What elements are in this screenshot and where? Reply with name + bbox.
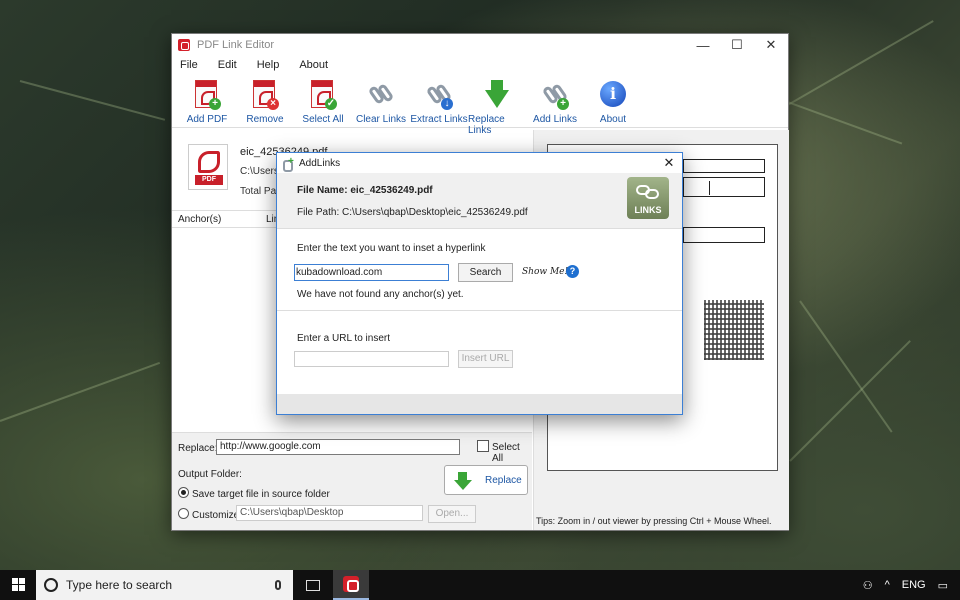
- app-icon: [178, 39, 190, 51]
- close-button[interactable]: ✕: [754, 37, 788, 53]
- about-button[interactable]: i About: [584, 74, 642, 125]
- system-tray: ⚇ ^ ENG ▭: [863, 570, 960, 600]
- add-links-dialog: AddLinks ✕ File Name: eic_42536249.pdf F…: [276, 152, 683, 415]
- notifications-icon[interactable]: ▭: [938, 579, 948, 592]
- anchor-text-input[interactable]: kubadownload.com: [294, 264, 449, 281]
- source-folder-label: Save target file in source folder: [192, 489, 330, 500]
- menu-file[interactable]: File: [180, 59, 198, 71]
- minimize-button[interactable]: —: [686, 38, 720, 53]
- remove-label: Remove: [246, 114, 284, 125]
- pdf-file-icon: PDF: [188, 144, 228, 190]
- clear-links-icon: [367, 80, 395, 110]
- add-pdf-button[interactable]: + Add PDF: [178, 74, 236, 125]
- url-input[interactable]: [294, 351, 449, 367]
- add-links-icon: +: [541, 80, 569, 110]
- microphone-icon[interactable]: [275, 580, 281, 590]
- anchor-column-header[interactable]: Anchor(s): [178, 214, 221, 225]
- extract-links-label: Extract Links: [410, 114, 468, 125]
- window-title: PDF Link Editor: [197, 39, 275, 51]
- start-button[interactable]: [0, 570, 36, 600]
- anchor-search-section: Enter the text you want to inset a hyper…: [277, 229, 682, 311]
- show-me-link[interactable]: Show Me!: [522, 267, 568, 277]
- select-all-checkbox-label: Select All: [492, 442, 520, 464]
- custom-folder-input[interactable]: C:\Users\qbap\Desktop: [236, 505, 423, 521]
- menu-about[interactable]: About: [299, 59, 328, 71]
- add-link-icon: [283, 156, 294, 172]
- dialog-file-name: File Name: eic_42536249.pdf: [297, 185, 433, 196]
- customize-label: Customize:: [192, 510, 243, 521]
- search-button[interactable]: Search: [458, 263, 513, 282]
- cortana-icon: [44, 578, 58, 592]
- taskbar-search-box[interactable]: Type here to search: [36, 570, 293, 600]
- select-all-checkbox[interactable]: [477, 440, 489, 452]
- add-pdf-icon: +: [193, 80, 221, 110]
- select-all-label: Select All: [302, 114, 344, 125]
- dialog-title-bar: AddLinks ✕: [277, 153, 682, 173]
- customize-radio[interactable]: [178, 508, 189, 519]
- replace-url-input[interactable]: http://www.google.com: [216, 439, 460, 455]
- add-pdf-label: Add PDF: [186, 114, 228, 125]
- remove-button[interactable]: × Remove: [236, 74, 294, 125]
- tips-text: Tips: Zoom in / out viewer by pressing C…: [536, 516, 772, 526]
- tray-chevron-icon[interactable]: ^: [885, 579, 890, 591]
- about-label: About: [599, 114, 627, 125]
- replace-links-button[interactable]: Replace Links: [468, 74, 526, 136]
- taskbar-search-placeholder: Type here to search: [66, 578, 173, 592]
- toolbar: + Add PDF × Remove ✓ Select All Clear Li…: [172, 74, 788, 136]
- dialog-file-path: File Path: C:\Users\qbap\Desktop\eic_425…: [297, 207, 528, 218]
- menu-bar: File Edit Help About: [172, 56, 788, 74]
- task-view-icon[interactable]: [293, 570, 333, 600]
- url-prompt: Enter a URL to insert: [297, 333, 391, 344]
- pdf-link-editor-taskbar-icon[interactable]: [333, 570, 369, 600]
- help-icon[interactable]: ?: [566, 265, 579, 278]
- qr-code-image: [704, 300, 764, 360]
- select-all-button[interactable]: ✓ Select All: [294, 74, 352, 125]
- menu-help[interactable]: Help: [257, 59, 280, 71]
- clear-links-label: Clear Links: [355, 114, 407, 125]
- maximize-button[interactable]: ☐: [720, 37, 754, 53]
- menu-edit[interactable]: Edit: [218, 59, 237, 71]
- language-indicator[interactable]: ENG: [902, 579, 926, 591]
- dialog-file-info: File Name: eic_42536249.pdf File Path: C…: [277, 173, 682, 229]
- select-all-icon: ✓: [309, 80, 337, 110]
- about-icon: i: [599, 80, 627, 110]
- extract-links-button[interactable]: ↓ Extract Links: [410, 74, 468, 125]
- extract-links-icon: ↓: [425, 80, 453, 110]
- replace-button[interactable]: Replace: [444, 465, 528, 495]
- replace-links-icon: [483, 80, 511, 110]
- dialog-close-button[interactable]: ✕: [656, 155, 682, 171]
- source-folder-radio[interactable]: [178, 487, 189, 498]
- dialog-footer: [277, 394, 682, 414]
- remove-pdf-icon: ×: [251, 80, 279, 110]
- add-links-label: Add Links: [533, 114, 577, 125]
- output-folder-label: Output Folder:: [178, 469, 242, 480]
- dialog-title: AddLinks: [299, 157, 341, 169]
- links-icon-label: LINKS: [634, 205, 662, 215]
- options-panel: Replace: http://www.google.com Select Al…: [172, 432, 532, 530]
- replace-arrow-icon: [454, 472, 473, 490]
- title-bar: PDF Link Editor — ☐ ✕: [172, 34, 788, 56]
- open-folder-button[interactable]: Open...: [428, 505, 476, 523]
- add-links-button[interactable]: + Add Links: [526, 74, 584, 125]
- url-insert-section: Enter a URL to insert Insert URL: [277, 311, 682, 395]
- taskbar: Type here to search ⚇ ^ ENG ▭: [0, 570, 960, 600]
- clear-links-button[interactable]: Clear Links: [352, 74, 410, 125]
- people-icon[interactable]: ⚇: [863, 579, 873, 592]
- replace-label: Replace:: [178, 443, 218, 454]
- links-icon: LINKS: [627, 177, 669, 219]
- insert-url-button[interactable]: Insert URL: [458, 350, 513, 368]
- anchor-prompt: Enter the text you want to inset a hyper…: [297, 243, 486, 254]
- replace-button-label: Replace: [485, 475, 522, 486]
- search-status: We have not found any anchor(s) yet.: [297, 289, 464, 300]
